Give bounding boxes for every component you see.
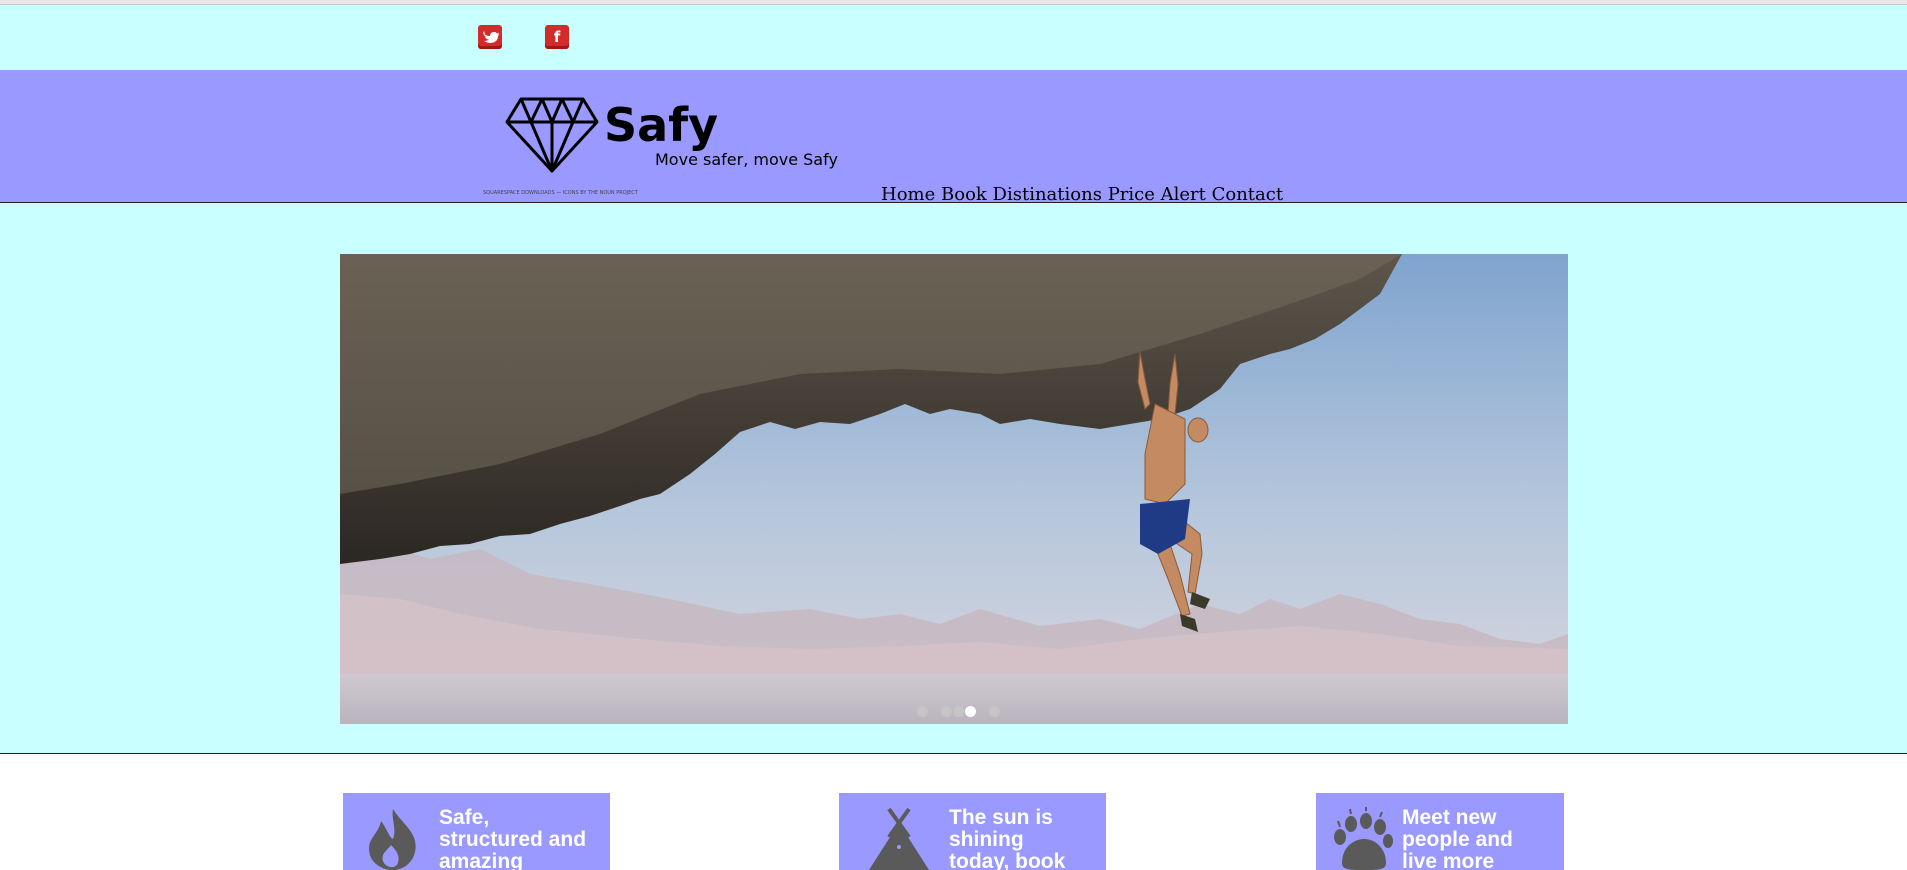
feature-text-people: Meet new people and live more [1402, 807, 1513, 870]
feature-line: shining [949, 828, 1024, 851]
paw-icon [1334, 807, 1393, 870]
feature-line: people and [1402, 828, 1513, 851]
nav-home[interactable]: Home [881, 184, 935, 205]
main-nav: Home Book Distinations Price Alert Conta… [881, 184, 1283, 205]
feature-card-sun[interactable]: The sun is shining today, book [839, 793, 1106, 870]
feature-line: The sun is [949, 806, 1053, 829]
slider-dot-2[interactable] [941, 706, 952, 717]
brand-name[interactable]: Safy [604, 98, 718, 152]
twitter-icon[interactable] [478, 25, 502, 49]
rock-climber-photo [340, 254, 1568, 724]
feature-line: amazing [439, 850, 524, 870]
brand-tagline: Move safer, move Safy [655, 150, 838, 169]
feature-text-sun: The sun is shining today, book [949, 807, 1065, 870]
flame-icon [369, 809, 416, 870]
image-slider[interactable] [340, 254, 1568, 724]
feature-line: structured and [439, 828, 587, 851]
diamond-icon[interactable] [505, 96, 599, 174]
nav-price-alert[interactable]: Price Alert [1108, 184, 1206, 205]
feature-line: live more [1402, 850, 1495, 870]
slider-dot-1[interactable] [917, 706, 928, 717]
feature-line: Safe, [439, 806, 490, 829]
feature-line: Meet new [1402, 806, 1497, 829]
nav-distinations[interactable]: Distinations [993, 184, 1102, 205]
feature-card-safe[interactable]: Safe, structured and amazing [343, 793, 610, 870]
social-bar: f [0, 5, 1907, 70]
feature-line: today, book [949, 850, 1066, 870]
facebook-glyph: f [553, 28, 561, 46]
feature-card-people[interactable]: Meet new people and live more [1316, 793, 1564, 870]
feature-text-safe: Safe, structured and amazing [439, 807, 586, 870]
logo-credit: SQUARESPACE DOWNLOADS — ICONS BY THE NOU… [483, 190, 638, 196]
nav-contact[interactable]: Contact [1212, 184, 1283, 205]
slider-dot-4[interactable] [965, 706, 976, 717]
slider-dot-3[interactable] [953, 706, 964, 717]
slider-dot-5[interactable] [989, 706, 1000, 717]
twitter-bird-glyph [483, 30, 500, 43]
facebook-icon[interactable]: f [545, 25, 569, 49]
nav-book[interactable]: Book [941, 184, 987, 205]
tent-icon [869, 807, 929, 870]
